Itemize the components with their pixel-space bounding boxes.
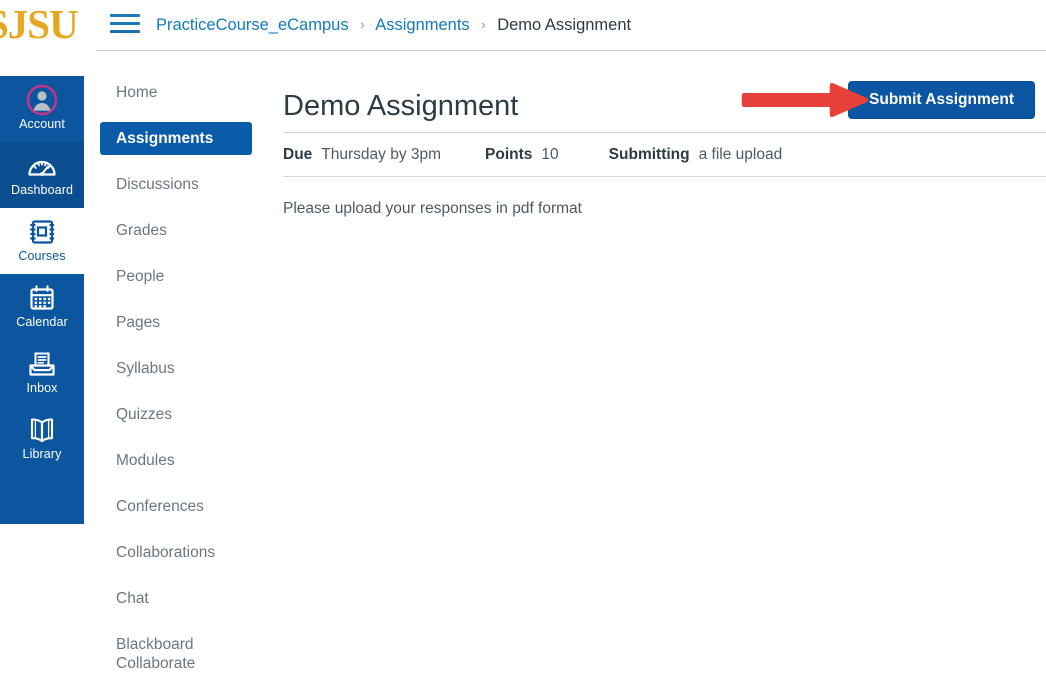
- breadcrumb: PracticeCourse_eCampus › Assignments › D…: [156, 12, 631, 39]
- meta-label-due: Due: [283, 146, 312, 164]
- breadcrumb-separator: ›: [360, 12, 364, 38]
- course-nav-item-syllabus[interactable]: Syllabus: [100, 352, 252, 385]
- global-nav-item-dashboard[interactable]: Dashboard: [0, 142, 84, 208]
- meta-value-due: Thursday by 3pm: [321, 146, 441, 164]
- global-nav-label: Calendar: [0, 315, 84, 330]
- breadcrumb-item-current: Demo Assignment: [497, 16, 631, 34]
- global-nav-label: Dashboard: [0, 183, 84, 198]
- top-breadcrumb-bar: PracticeCourse_eCampus › Assignments › D…: [84, 0, 1046, 50]
- hamburger-bar: [110, 30, 140, 33]
- global-nav-label: Courses: [0, 249, 84, 264]
- global-nav-item-library[interactable]: Library: [0, 406, 84, 472]
- course-navigation: Home Assignments Discussions Grades Peop…: [100, 76, 252, 693]
- library-open-book-icon: [0, 413, 84, 447]
- course-nav-item-grades[interactable]: Grades: [100, 214, 252, 247]
- page-title: Demo Assignment: [283, 88, 518, 124]
- calendar-icon: [0, 281, 84, 315]
- global-nav-label: Library: [0, 447, 84, 462]
- courses-book-icon: [0, 215, 84, 249]
- course-nav-item-assignments[interactable]: Assignments: [100, 122, 252, 155]
- assignment-description: Please upload your responses in pdf form…: [283, 177, 1046, 220]
- brand-strip: SJSU: [0, 0, 84, 76]
- assignment-meta-submitting: Submitting a file upload: [609, 146, 783, 164]
- course-nav-item-collaborations[interactable]: Collaborations: [100, 536, 252, 569]
- topbar-divider: [96, 50, 1046, 51]
- global-navigation: Account Dashboard: [0, 76, 84, 524]
- user-avatar-icon: [0, 83, 84, 117]
- course-nav-item-blackboard-collaborate[interactable]: Blackboard Collaborate: [100, 628, 252, 680]
- assignment-meta-due: Due Thursday by 3pm: [283, 146, 441, 164]
- assignment-content: Demo Assignment Submit Assignment Due Th…: [283, 76, 1046, 220]
- course-nav-item-conferences[interactable]: Conferences: [100, 490, 252, 523]
- course-nav-item-discussions[interactable]: Discussions: [100, 168, 252, 201]
- global-nav-item-account[interactable]: Account: [0, 76, 84, 142]
- breadcrumb-item-assignments[interactable]: Assignments: [375, 16, 469, 34]
- submit-assignment-button[interactable]: Submit Assignment: [848, 81, 1035, 119]
- global-nav-label: Account: [0, 117, 84, 132]
- meta-value-submitting: a file upload: [699, 146, 783, 164]
- assignment-meta-row: Due Thursday by 3pm Points 10 Submitting…: [283, 133, 1046, 176]
- sjsu-logo: SJSU: [0, 2, 78, 46]
- assignment-header: Demo Assignment Submit Assignment: [283, 76, 1046, 132]
- course-nav-item-people[interactable]: People: [100, 260, 252, 293]
- dashboard-gauge-icon: [0, 149, 84, 183]
- meta-label-points: Points: [485, 146, 532, 164]
- course-nav-item-quizzes[interactable]: Quizzes: [100, 398, 252, 431]
- hamburger-menu-icon[interactable]: [110, 14, 142, 36]
- course-nav-item-home[interactable]: Home: [100, 76, 252, 109]
- breadcrumb-separator: ›: [481, 12, 485, 38]
- inbox-tray-icon: [0, 347, 84, 381]
- global-nav-item-inbox[interactable]: Inbox: [0, 340, 84, 406]
- meta-label-submitting: Submitting: [609, 146, 690, 164]
- breadcrumb-item-course[interactable]: PracticeCourse_eCampus: [156, 16, 349, 34]
- hamburger-bar: [110, 14, 140, 17]
- canvas-app: SJSU Account: [0, 0, 1046, 524]
- global-nav-item-calendar[interactable]: Calendar: [0, 274, 84, 340]
- global-nav-item-courses[interactable]: Courses: [0, 208, 84, 274]
- meta-value-points: 10: [541, 146, 558, 164]
- global-nav-label: Inbox: [0, 381, 84, 396]
- hamburger-bar: [110, 22, 140, 25]
- assignment-meta-points: Points 10: [485, 146, 559, 164]
- course-nav-item-chat[interactable]: Chat: [100, 582, 252, 615]
- course-nav-item-modules[interactable]: Modules: [100, 444, 252, 477]
- course-nav-item-pages[interactable]: Pages: [100, 306, 252, 339]
